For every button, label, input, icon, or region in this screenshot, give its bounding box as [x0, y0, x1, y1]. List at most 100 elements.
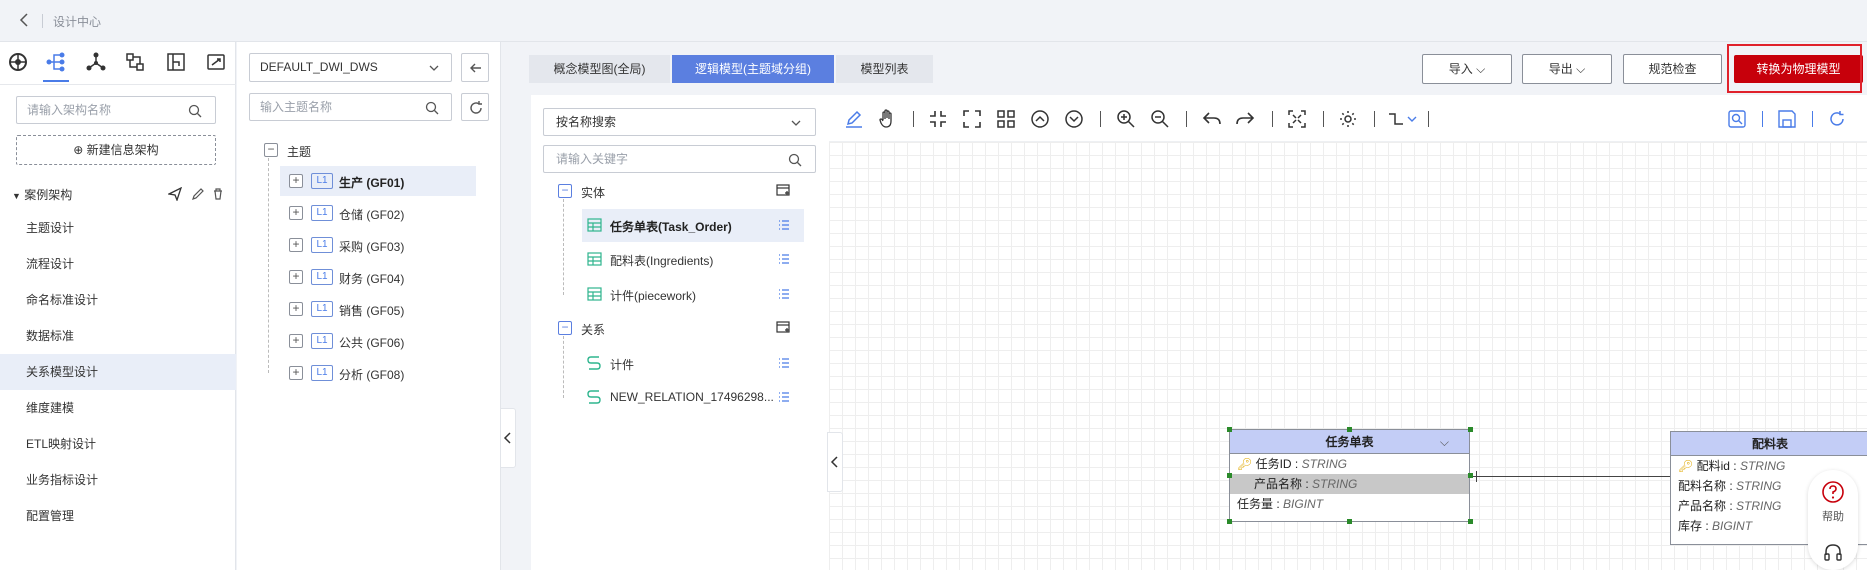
standard-check-button[interactable]: 规范检查	[1623, 54, 1722, 84]
headset-icon[interactable]	[1822, 542, 1844, 564]
pen-icon[interactable]	[843, 108, 865, 130]
search-icon[interactable]	[787, 152, 803, 168]
theme-item-label[interactable]: 生产 (GF01)	[339, 174, 404, 191]
collapse-toggle[interactable]: −	[264, 143, 278, 157]
entity-field[interactable]: 产品名称 : STRING	[1230, 474, 1469, 494]
arrow-up-circle-icon[interactable]	[1029, 108, 1051, 130]
entity-field[interactable]: 任务量 : BIGINT	[1230, 494, 1469, 514]
theme-item-label[interactable]: 销售 (GF05)	[339, 302, 404, 319]
theme-search-input[interactable]	[250, 94, 415, 120]
list-icon[interactable]	[778, 288, 790, 300]
expand-icon[interactable]	[961, 108, 983, 130]
nav-item-business-metric[interactable]: 业务指标设计	[0, 462, 236, 498]
theme-item-label[interactable]: 公共 (GF06)	[339, 334, 404, 351]
new-architecture-button[interactable]: ⊕ 新建信息架构	[16, 135, 216, 165]
collapse-toggle[interactable]: −	[558, 184, 572, 198]
theme-item-label[interactable]: 采购 (GF03)	[339, 238, 404, 255]
resize-handle[interactable]	[1347, 427, 1352, 432]
search-type-select[interactable]: 按名称搜索	[543, 108, 816, 136]
send-icon[interactable]	[168, 187, 182, 201]
entity-label[interactable]: 计件(piecework)	[610, 287, 696, 304]
tree-icon[interactable]	[123, 50, 147, 74]
arrow-down-circle-icon[interactable]	[1063, 108, 1085, 130]
collapse-panel-button[interactable]	[500, 408, 516, 468]
nav-item-data-standard[interactable]: 数据标准	[0, 318, 236, 354]
relation-label[interactable]: 计件	[610, 356, 634, 373]
book-icon[interactable]	[164, 50, 188, 74]
connector-icon[interactable]	[1386, 108, 1420, 130]
fullscreen-icon[interactable]	[1286, 108, 1308, 130]
search-icon[interactable]	[424, 100, 440, 116]
arrow-left-button[interactable]	[461, 53, 489, 82]
entity-label[interactable]: 任务单表(Task_Order)	[610, 218, 732, 235]
relation-label[interactable]: NEW_RELATION_17496298...	[610, 390, 774, 404]
collapse-entity-panel-button[interactable]	[827, 432, 843, 492]
resize-handle[interactable]	[1227, 519, 1232, 524]
nav-item-etl-mapping[interactable]: ETL映射设计	[0, 426, 236, 462]
database-select[interactable]: DEFAULT_DWI_DWS	[249, 53, 452, 82]
document-icon[interactable]	[204, 50, 228, 74]
nav-item-dimension-model[interactable]: 维度建模	[0, 390, 236, 426]
architecture-search-input[interactable]	[17, 97, 177, 123]
expand-toggle[interactable]: +	[289, 206, 303, 220]
chevron-down-icon[interactable]: ⌵	[1440, 430, 1449, 454]
resize-handle[interactable]	[1227, 473, 1232, 478]
list-icon[interactable]	[778, 391, 790, 403]
resize-handle[interactable]	[1468, 519, 1473, 524]
nav-item-config[interactable]: 配置管理	[0, 498, 236, 534]
entity-label[interactable]: 配料表(Ingredients)	[610, 252, 713, 269]
tab-model-list[interactable]: 模型列表	[836, 55, 933, 83]
resize-handle[interactable]	[1468, 427, 1473, 432]
tab-concept-model[interactable]: 概念模型图(全局)	[529, 55, 670, 83]
help-widget[interactable]: 帮助	[1808, 470, 1858, 570]
resize-handle[interactable]	[1227, 427, 1232, 432]
settings-icon[interactable]	[1337, 108, 1359, 130]
nav-item-relation-model[interactable]: 关系模型设计	[0, 354, 236, 390]
redo-icon[interactable]	[1234, 108, 1256, 130]
export-button[interactable]: 导出 ⌵	[1522, 54, 1612, 84]
expand-toggle[interactable]: +	[289, 366, 303, 380]
architecture-section[interactable]: ▼ 案例架构	[12, 186, 72, 203]
compress-icon[interactable]	[927, 108, 949, 130]
theme-item-label[interactable]: 仓储 (GF02)	[339, 206, 404, 223]
theme-item-label[interactable]: 分析 (GF08)	[339, 366, 404, 383]
zoom-out-icon[interactable]	[1149, 108, 1171, 130]
save-icon[interactable]	[1776, 108, 1798, 130]
expand-toggle[interactable]: +	[289, 238, 303, 252]
expand-toggle[interactable]: +	[289, 270, 303, 284]
list-icon[interactable]	[778, 253, 790, 265]
cube-icon[interactable]	[6, 50, 30, 74]
add-entity-icon[interactable]	[776, 183, 790, 197]
tab-logical-model[interactable]: 逻辑模型(主题域分组)	[672, 55, 834, 83]
resize-handle[interactable]	[1347, 519, 1352, 524]
relation-line[interactable]	[1470, 476, 1670, 477]
search-icon[interactable]	[187, 103, 203, 119]
delete-icon[interactable]	[211, 187, 225, 201]
hierarchy-icon[interactable]	[44, 50, 68, 74]
grid-icon[interactable]	[995, 108, 1017, 130]
zoom-in-icon[interactable]	[1115, 108, 1137, 130]
nav-item-naming-standard[interactable]: 命名标准设计	[0, 282, 236, 318]
import-button[interactable]: 导入 ⌵	[1422, 54, 1512, 84]
theme-item-label[interactable]: 财务 (GF04)	[339, 270, 404, 287]
collapse-toggle[interactable]: −	[558, 321, 572, 335]
entity-box-task-order[interactable]: 任务单表 ⌵ 🔑︎ 任务ID : STRING 产品名称 : STRING 任务…	[1229, 429, 1470, 522]
network-icon[interactable]	[84, 50, 108, 74]
undo-icon[interactable]	[1201, 108, 1223, 130]
entity-field[interactable]: 🔑︎ 任务ID : STRING	[1230, 454, 1469, 474]
back-button[interactable]	[16, 11, 34, 29]
refresh-icon[interactable]	[1826, 108, 1848, 130]
expand-toggle[interactable]: +	[289, 334, 303, 348]
list-icon[interactable]	[778, 357, 790, 369]
search-icon[interactable]	[1726, 108, 1748, 130]
list-icon[interactable]	[778, 219, 790, 231]
expand-toggle[interactable]: +	[289, 302, 303, 316]
keyword-search-input[interactable]	[544, 146, 774, 172]
nav-item-theme-design[interactable]: 主题设计	[0, 210, 236, 246]
refresh-button[interactable]	[461, 93, 489, 121]
hand-icon[interactable]	[876, 108, 898, 130]
nav-item-process-design[interactable]: 流程设计	[0, 246, 236, 282]
add-relation-icon[interactable]	[776, 320, 790, 334]
edit-icon[interactable]	[191, 187, 205, 201]
expand-toggle[interactable]: +	[289, 174, 303, 188]
